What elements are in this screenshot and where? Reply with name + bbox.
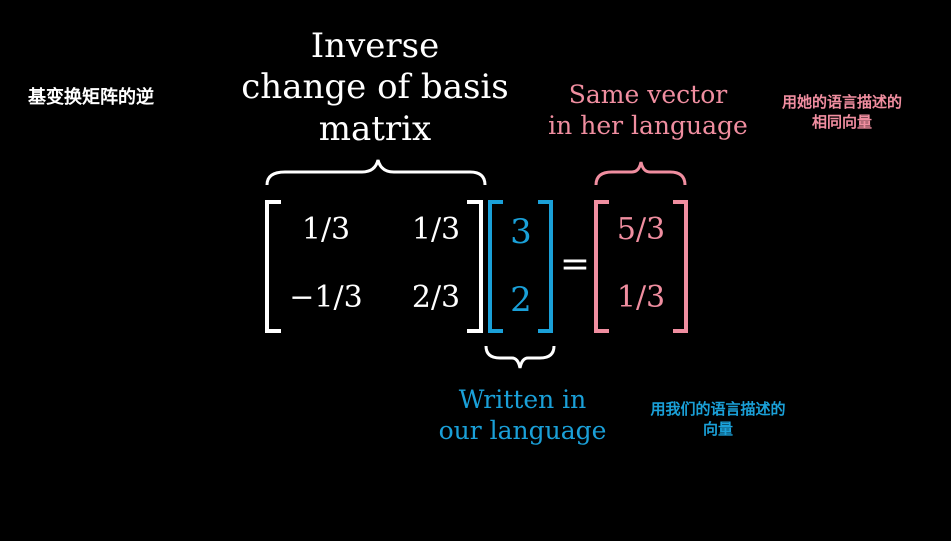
matrix-top-brace bbox=[265, 159, 487, 186]
matrix-entry-a21: −1/3 bbox=[289, 280, 363, 315]
equals-sign: = bbox=[559, 244, 591, 285]
our-vector-entry-2: 2 bbox=[510, 280, 532, 320]
our-vector-entry-1: 3 bbox=[510, 212, 532, 252]
brackets-overlay bbox=[265, 159, 688, 369]
matrix-entry-a11: 1/3 bbox=[301, 212, 351, 247]
our-vector-bottom-brace bbox=[484, 345, 556, 369]
her-vector-entry-2: 1/3 bbox=[616, 280, 666, 315]
her-vector-top-brace bbox=[594, 161, 687, 186]
her-vector-entry-1: 5/3 bbox=[616, 212, 666, 247]
